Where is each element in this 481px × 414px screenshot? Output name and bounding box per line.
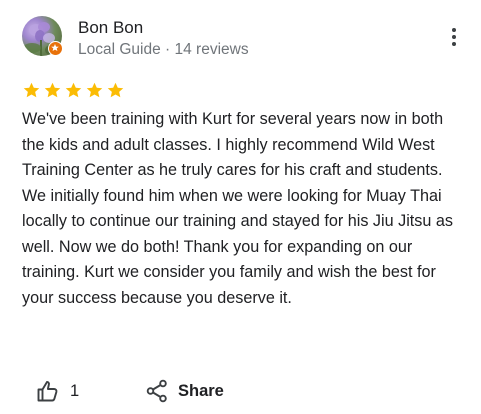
local-guide-badge-icon [48, 41, 63, 56]
more-dot [452, 42, 456, 46]
star-icon [86, 82, 103, 98]
review-header: Bon Bon Local Guide · 14 reviews [22, 14, 462, 62]
star-icon [107, 82, 124, 98]
share-button[interactable]: Share [146, 378, 224, 404]
like-count: 1 [70, 381, 80, 400]
share-label: Share [178, 381, 224, 400]
more-dot [452, 35, 456, 39]
star-icon [44, 82, 61, 98]
more-vert-icon[interactable] [447, 24, 461, 50]
share-icon [146, 379, 167, 403]
star-rating [22, 81, 125, 101]
review-card: Bon Bon Local Guide · 14 reviews We've b… [0, 0, 481, 414]
review-text: We've been training with Kurt for severa… [22, 110, 454, 307]
thumb-up-icon [37, 381, 58, 402]
review-actions: 1 Share [22, 378, 462, 406]
author-name[interactable]: Bon Bon [78, 18, 143, 38]
like-button[interactable]: 1 [36, 378, 79, 404]
author-meta: Local Guide · 14 reviews [78, 41, 249, 58]
star-icon [65, 82, 82, 98]
star-icon [23, 82, 40, 98]
more-dot [452, 28, 456, 32]
